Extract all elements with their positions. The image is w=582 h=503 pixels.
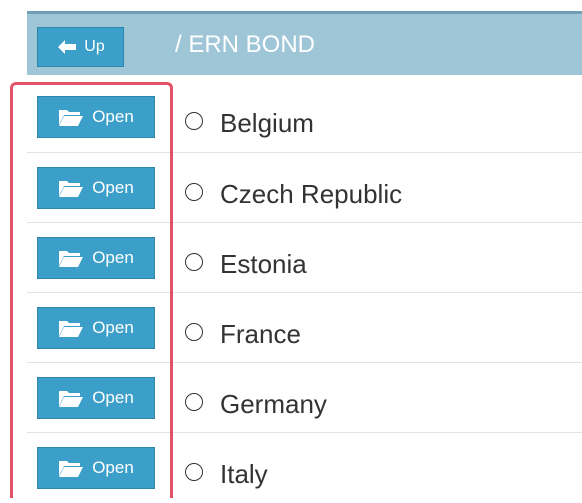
list-item: Open Czech Republic xyxy=(27,153,582,223)
select-radio[interactable] xyxy=(185,112,203,130)
select-radio[interactable] xyxy=(185,183,203,201)
open-button[interactable]: Open xyxy=(37,237,155,279)
country-name[interactable]: Estonia xyxy=(220,249,307,280)
open-button-label: Open xyxy=(92,318,134,337)
open-button-label: Open xyxy=(92,248,134,267)
up-button[interactable]: Up xyxy=(37,27,124,67)
country-name[interactable]: Czech Republic xyxy=(220,179,402,210)
list-item: Open Belgium xyxy=(27,82,582,153)
open-button[interactable]: Open xyxy=(37,96,155,138)
toolbar-header: Up / ERN BOND xyxy=(27,11,582,75)
folder-open-icon xyxy=(59,181,84,197)
folder-open-icon xyxy=(59,461,84,477)
open-button-label: Open xyxy=(92,388,134,407)
select-radio[interactable] xyxy=(185,253,203,271)
select-radio[interactable] xyxy=(185,463,203,481)
folder-list: Open Belgium Open Czech Republic Open Es… xyxy=(27,82,582,503)
open-button[interactable]: Open xyxy=(37,307,155,349)
list-item: Open Italy xyxy=(27,433,582,503)
list-item: Open Estonia xyxy=(27,223,582,293)
select-radio[interactable] xyxy=(185,393,203,411)
folder-open-icon xyxy=(59,110,84,126)
current-path: / ERN BOND xyxy=(175,31,316,58)
up-button-label: Up xyxy=(84,38,105,55)
list-item: Open France xyxy=(27,293,582,363)
country-name[interactable]: Belgium xyxy=(220,108,314,139)
country-name[interactable]: France xyxy=(220,319,301,350)
folder-open-icon xyxy=(59,321,84,337)
country-name[interactable]: Germany xyxy=(220,389,327,420)
select-radio[interactable] xyxy=(185,323,203,341)
open-button[interactable]: Open xyxy=(37,377,155,419)
open-button[interactable]: Open xyxy=(37,447,155,489)
open-button-label: Open xyxy=(92,107,134,126)
folder-open-icon xyxy=(59,251,84,267)
open-button[interactable]: Open xyxy=(37,167,155,209)
arrow-left-icon xyxy=(58,40,77,54)
open-button-label: Open xyxy=(92,458,134,477)
country-name[interactable]: Italy xyxy=(220,459,268,490)
open-button-label: Open xyxy=(92,178,134,197)
folder-open-icon xyxy=(59,391,84,407)
list-item: Open Germany xyxy=(27,363,582,433)
